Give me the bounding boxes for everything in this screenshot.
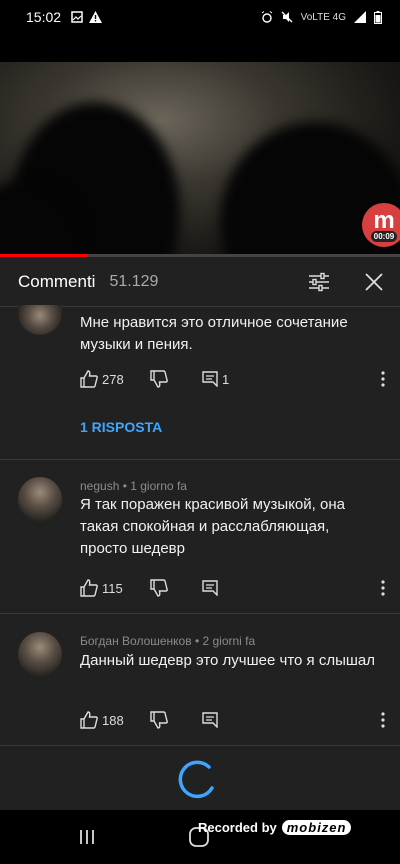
more-options-icon[interactable] bbox=[381, 580, 385, 596]
thumb-down-icon bbox=[150, 711, 168, 729]
system-navbar bbox=[0, 810, 400, 864]
like-button[interactable]: 115 bbox=[80, 579, 150, 597]
comment-icon bbox=[202, 712, 218, 728]
reply-button[interactable] bbox=[202, 580, 218, 596]
like-count: 115 bbox=[102, 580, 123, 596]
thumb-down-icon bbox=[150, 370, 168, 388]
badge-letter: m bbox=[373, 206, 395, 234]
filter-icon[interactable] bbox=[308, 272, 330, 292]
avatar[interactable] bbox=[18, 305, 62, 335]
badge-timer: 00:09 bbox=[370, 230, 398, 242]
recorder-badge[interactable]: m 00:09 bbox=[362, 203, 400, 247]
thumb-down-icon bbox=[150, 579, 168, 597]
comment-actions: 278 1 bbox=[80, 368, 385, 390]
alarm-icon bbox=[261, 11, 272, 23]
status-bar: 15:02 VoLTE 4G bbox=[0, 0, 400, 34]
like-button[interactable]: 188 bbox=[80, 711, 150, 729]
comment-icon bbox=[202, 580, 218, 596]
thumb-up-icon bbox=[80, 711, 98, 729]
like-count: 278 bbox=[102, 371, 124, 387]
comment-meta: Богдан Волошенков • 2 giorni fa bbox=[80, 634, 256, 648]
comment-text: Я так поражен красивой музыкой, она така… bbox=[80, 496, 345, 557]
thumb-up-icon bbox=[80, 370, 98, 388]
video-player[interactable] bbox=[0, 62, 400, 256]
warning-icon bbox=[89, 11, 103, 23]
dislike-button[interactable] bbox=[150, 370, 202, 388]
comment-actions: 188 bbox=[80, 709, 385, 731]
dislike-button[interactable] bbox=[150, 711, 202, 729]
show-replies-link[interactable]: 1 RISPOSTA bbox=[80, 419, 162, 435]
divider bbox=[0, 613, 400, 614]
thumb-up-icon bbox=[80, 579, 98, 597]
recorder-logo: mobizen bbox=[281, 820, 352, 835]
comment-text: Мне нравится это отличное сочетание музы… bbox=[80, 314, 348, 353]
comments-header: Commenti 51.129 bbox=[0, 257, 400, 307]
comments-count: 51.129 bbox=[109, 272, 159, 290]
comment-icon bbox=[202, 371, 218, 387]
recents-icon[interactable] bbox=[78, 828, 96, 846]
divider bbox=[0, 459, 400, 460]
recorder-watermark: Recorded by mobizen bbox=[198, 820, 352, 835]
recorder-label: Recorded by bbox=[198, 820, 277, 835]
comment-actions: 115 bbox=[80, 577, 385, 599]
comments-panel: Commenti 51.129 Мне нравится это отлично… bbox=[0, 257, 400, 810]
signal-icon bbox=[354, 11, 366, 23]
more-options-icon[interactable] bbox=[381, 371, 385, 387]
avatar[interactable] bbox=[18, 477, 62, 521]
avatar[interactable] bbox=[18, 632, 62, 676]
reply-button[interactable] bbox=[202, 712, 218, 728]
like-button[interactable]: 278 bbox=[80, 370, 150, 388]
loading-spinner-icon bbox=[178, 760, 214, 799]
network-label: VoLTE 4G bbox=[300, 11, 346, 23]
status-time: 15:02 bbox=[26, 9, 62, 25]
battery-icon bbox=[374, 10, 382, 24]
like-count: 188 bbox=[102, 712, 124, 728]
divider bbox=[0, 745, 400, 746]
dislike-button[interactable] bbox=[150, 579, 202, 597]
comments-title: Commenti bbox=[18, 271, 96, 291]
mute-icon bbox=[281, 11, 293, 23]
reply-button[interactable]: 1 bbox=[202, 371, 229, 387]
image-icon bbox=[71, 11, 83, 23]
more-options-icon[interactable] bbox=[381, 712, 385, 728]
reply-count: 1 bbox=[222, 371, 230, 387]
comment-meta: negush • 1 giorno fa bbox=[80, 479, 187, 493]
close-icon[interactable] bbox=[364, 272, 384, 292]
comment-text: Данный шедевр это лучшее что я слышал bbox=[80, 652, 375, 669]
